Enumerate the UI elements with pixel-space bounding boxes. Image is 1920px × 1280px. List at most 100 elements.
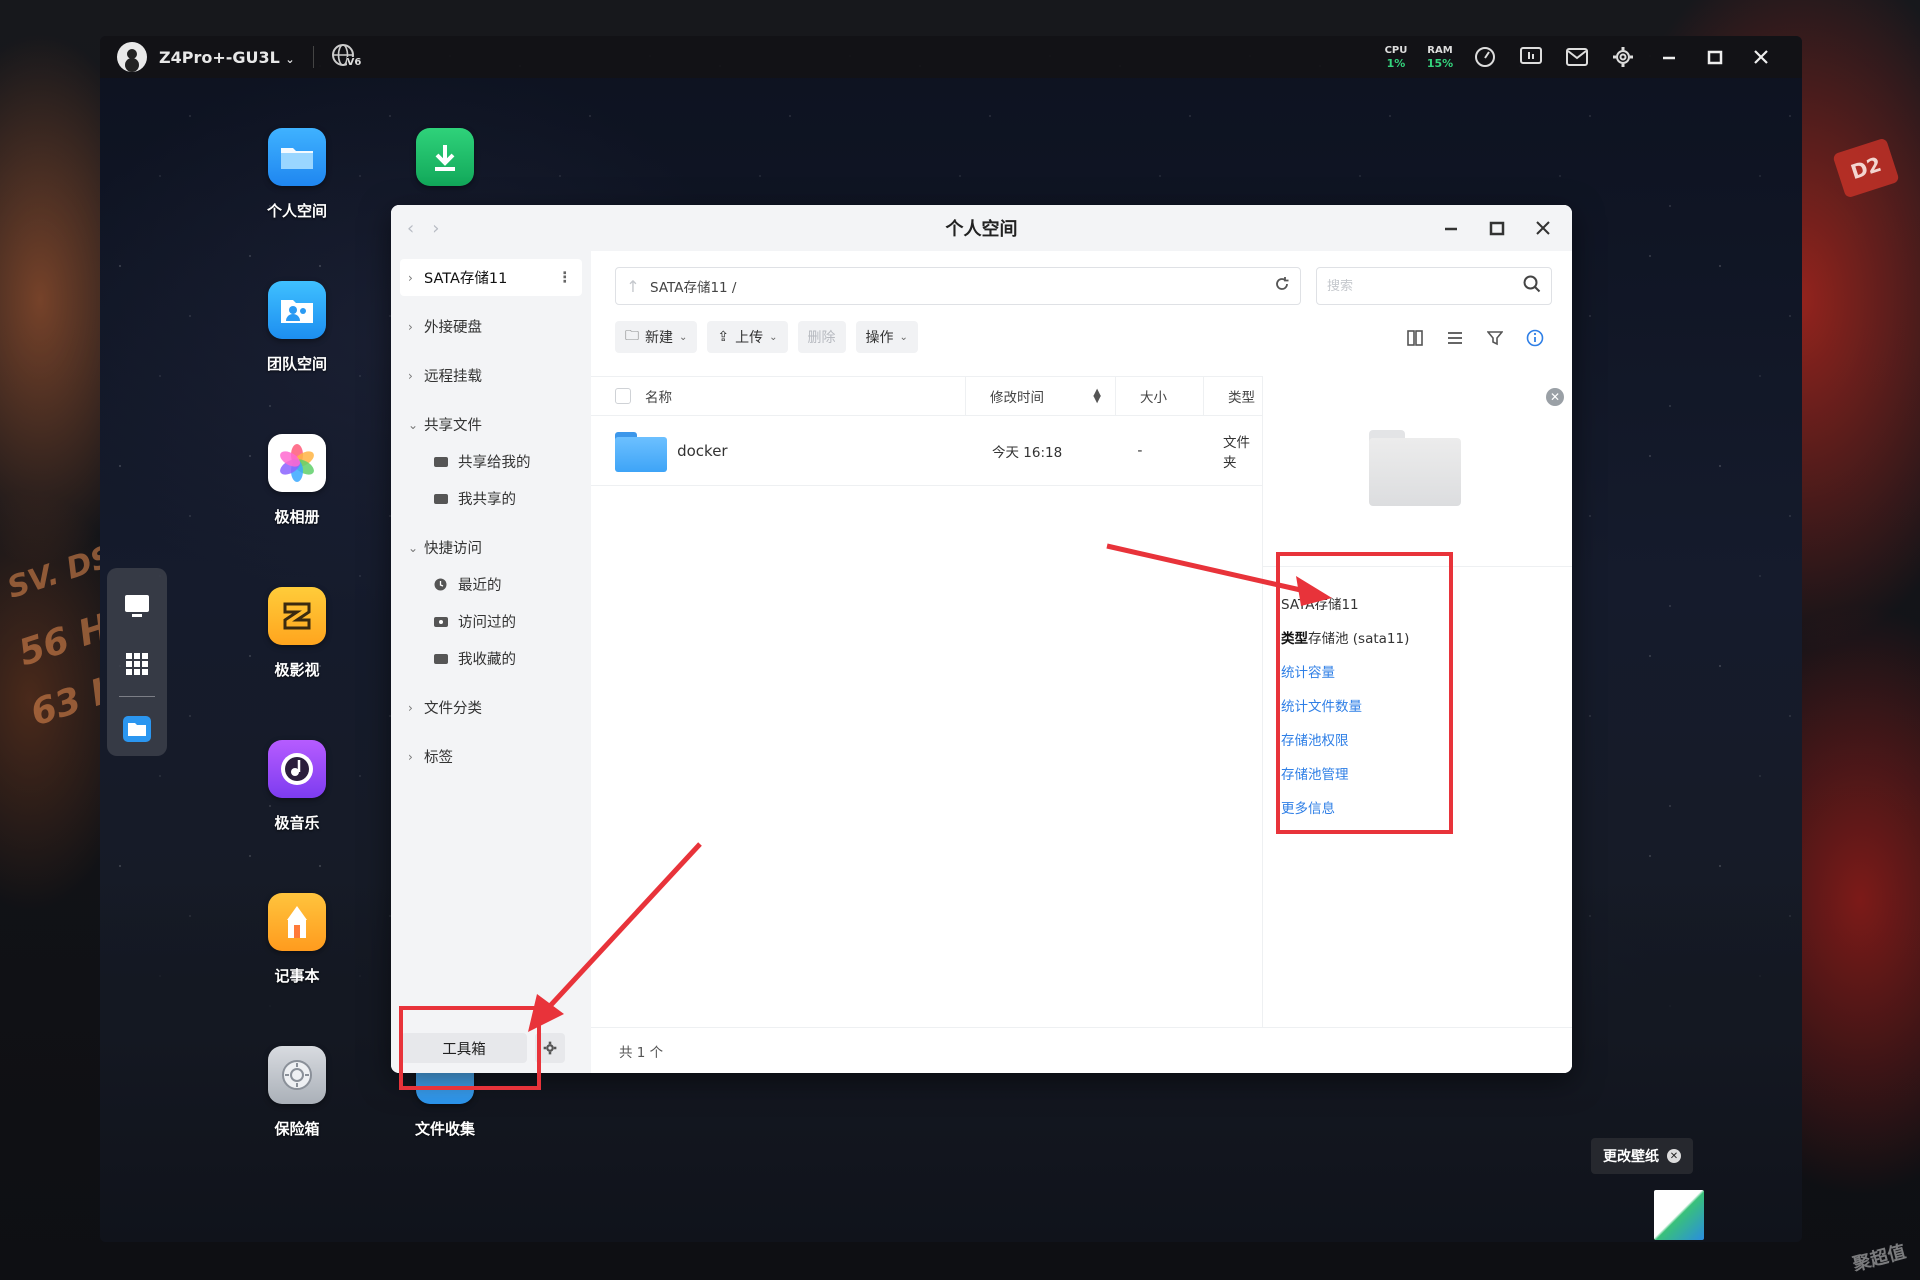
device-selector[interactable]: Z4Pro+-GU3L ⌄ xyxy=(159,48,295,67)
chevron-right-icon: › xyxy=(408,319,413,334)
sidebar-item-remote-mount[interactable]: › 远程挂载 xyxy=(400,357,582,394)
sidebar-item-recent[interactable]: 最近的 xyxy=(400,566,582,603)
chevron-down-icon: ⌄ xyxy=(899,331,908,343)
close-icon[interactable]: ✕ xyxy=(1667,1149,1681,1163)
ram-usage: RAM 15% xyxy=(1426,44,1454,70)
sort-icon: ▲ ▼ xyxy=(1093,387,1101,405)
desktop-icon-photos[interactable]: 极相册 xyxy=(232,434,362,527)
ipv6-badge: V6 xyxy=(346,57,362,68)
sidebar-item-my-shares[interactable]: 我共享的 xyxy=(400,480,582,517)
cpu-usage: CPU 1% xyxy=(1384,44,1408,70)
column-size[interactable]: 大小 xyxy=(1115,377,1203,415)
gear-icon[interactable] xyxy=(1600,36,1646,78)
notebook-icon xyxy=(268,893,326,951)
change-wallpaper-button[interactable]: 更改壁纸 ✕ xyxy=(1591,1138,1693,1174)
network-globe-icon[interactable]: V6 xyxy=(330,41,362,73)
close-detail-icon[interactable]: ✕ xyxy=(1546,388,1564,406)
sidebar-item-tags[interactable]: › 标签 xyxy=(400,738,582,775)
minimize-icon[interactable] xyxy=(1646,36,1692,78)
top-bar: Z4Pro+-GU3L ⌄ V6 CPU 1% RAM 15% xyxy=(100,36,1802,78)
mail-icon[interactable] xyxy=(1554,36,1600,78)
safe-icon xyxy=(268,1046,326,1104)
annotation-arrow xyxy=(528,842,702,1032)
file-modified: 今天 16:18 xyxy=(991,444,1063,461)
refresh-icon[interactable] xyxy=(1274,276,1290,296)
window-maximize-icon[interactable] xyxy=(1474,205,1520,251)
desktop-icon-video[interactable]: 极影视 xyxy=(232,587,362,680)
maximize-icon[interactable] xyxy=(1692,36,1738,78)
search-icon[interactable] xyxy=(1523,275,1541,297)
desktop-monitor-icon[interactable] xyxy=(115,580,159,632)
info-icon[interactable] xyxy=(1524,327,1546,349)
file-count-footer: 共 1 个 xyxy=(591,1027,1572,1073)
column-view-icon[interactable] xyxy=(1404,327,1426,349)
sidebar-item-quick-access[interactable]: ⌄ 快捷访问 xyxy=(400,529,582,566)
path-bar[interactable]: ↑ SATA存储11 / xyxy=(615,267,1301,305)
sidebar-item-shared-with-me[interactable]: 共享给我的 xyxy=(400,443,582,480)
file-name: docker xyxy=(677,441,728,460)
desktop-icon-notebook[interactable]: 记事本 xyxy=(232,893,362,986)
table-row[interactable]: docker 今天 16:18 - 文件夹 xyxy=(591,416,1262,486)
sidebar-item-file-category[interactable]: › 文件分类 xyxy=(400,689,582,726)
search-box[interactable] xyxy=(1316,267,1552,305)
column-type[interactable]: 类型 xyxy=(1203,377,1255,415)
user-avatar[interactable] xyxy=(117,42,147,72)
more-options-icon[interactable]: ⋮ xyxy=(558,270,573,286)
window-close-icon[interactable] xyxy=(1520,205,1566,251)
list-header: 名称 修改时间 ▲ ▼ 大小 类型 xyxy=(591,376,1262,416)
desktop-icon-safe[interactable]: 保险箱 xyxy=(232,1046,362,1139)
new-folder-icon: 🗀 xyxy=(625,328,639,344)
upload-button[interactable]: ⇪ 上传 ⌄ xyxy=(707,321,788,353)
monitor-icon[interactable] xyxy=(1508,36,1554,78)
upload-icon: ⇪ xyxy=(717,329,730,345)
gauge-icon[interactable] xyxy=(1462,36,1508,78)
personal-space-dock-icon[interactable] xyxy=(115,703,159,755)
sidebar-item-shared-files[interactable]: ⌄ 共享文件 xyxy=(400,406,582,443)
download-icon xyxy=(416,128,474,186)
forward-arrow-icon[interactable]: › xyxy=(432,218,439,239)
window-minimize-icon[interactable] xyxy=(1428,205,1474,251)
chevron-right-icon: › xyxy=(408,270,413,285)
desktop-icon-team-space[interactable]: 团队空间 xyxy=(232,281,362,374)
folder-preview-icon xyxy=(1369,430,1461,506)
chevron-right-icon: › xyxy=(408,749,413,764)
app-grid-icon[interactable] xyxy=(115,638,159,690)
folder-star-icon xyxy=(434,653,448,665)
desktop-icon-music[interactable]: 极音乐 xyxy=(232,740,362,833)
file-size: - xyxy=(1137,442,1143,459)
actions-button[interactable]: 操作 ⌄ xyxy=(855,321,918,353)
file-type: 文件夹 xyxy=(1222,434,1250,471)
desktop-icon-download[interactable] xyxy=(380,128,510,186)
sidebar-item-visited[interactable]: 访问过的 xyxy=(400,603,582,640)
column-name[interactable]: 名称 xyxy=(645,386,965,406)
filter-icon[interactable] xyxy=(1484,327,1506,349)
arrow-up-icon[interactable]: ↑ xyxy=(616,277,650,296)
close-icon[interactable] xyxy=(1738,36,1784,78)
delete-button[interactable]: 删除 xyxy=(797,321,846,353)
column-modified[interactable]: 修改时间 ▲ ▼ xyxy=(965,377,1115,415)
desktop-icon-personal-space[interactable]: 个人空间 xyxy=(232,128,362,221)
chevron-right-icon: › xyxy=(408,368,413,383)
wallpaper-thumbnail[interactable] xyxy=(1654,1190,1704,1240)
photos-icon xyxy=(268,434,326,492)
list-view-icon[interactable] xyxy=(1444,327,1466,349)
search-input[interactable] xyxy=(1327,278,1507,294)
select-all-checkbox[interactable] xyxy=(615,388,631,404)
clock-icon xyxy=(434,578,448,591)
share-icon xyxy=(434,456,448,468)
new-button[interactable]: 🗀 新建 ⌄ xyxy=(615,321,698,353)
window-title: 个人空间 xyxy=(945,219,1018,240)
sidebar-item-favorites[interactable]: 我收藏的 xyxy=(400,640,582,677)
folder-icon xyxy=(615,430,667,472)
window-titlebar[interactable]: ‹ › 个人空间 xyxy=(391,205,1572,251)
desktop-screen: Z4Pro+-GU3L ⌄ V6 CPU 1% RAM 15% 个人空间 团队空间 xyxy=(100,36,1802,1242)
side-dock xyxy=(107,568,167,756)
file-toolbar: 🗀 新建 ⌄ ⇪ 上传 ⌄ 删除 操作 ⌄ xyxy=(615,321,918,353)
chevron-right-icon: › xyxy=(408,700,413,715)
chevron-down-icon: ⌄ xyxy=(769,331,778,343)
view-options xyxy=(1404,327,1546,349)
sidebar-item-sata-storage[interactable]: › SATA存储11 ⋮ xyxy=(400,259,582,296)
sidebar-item-external-disk[interactable]: › 外接硬盘 xyxy=(400,308,582,345)
share-icon xyxy=(434,493,448,505)
back-arrow-icon[interactable]: ‹ xyxy=(407,218,414,239)
